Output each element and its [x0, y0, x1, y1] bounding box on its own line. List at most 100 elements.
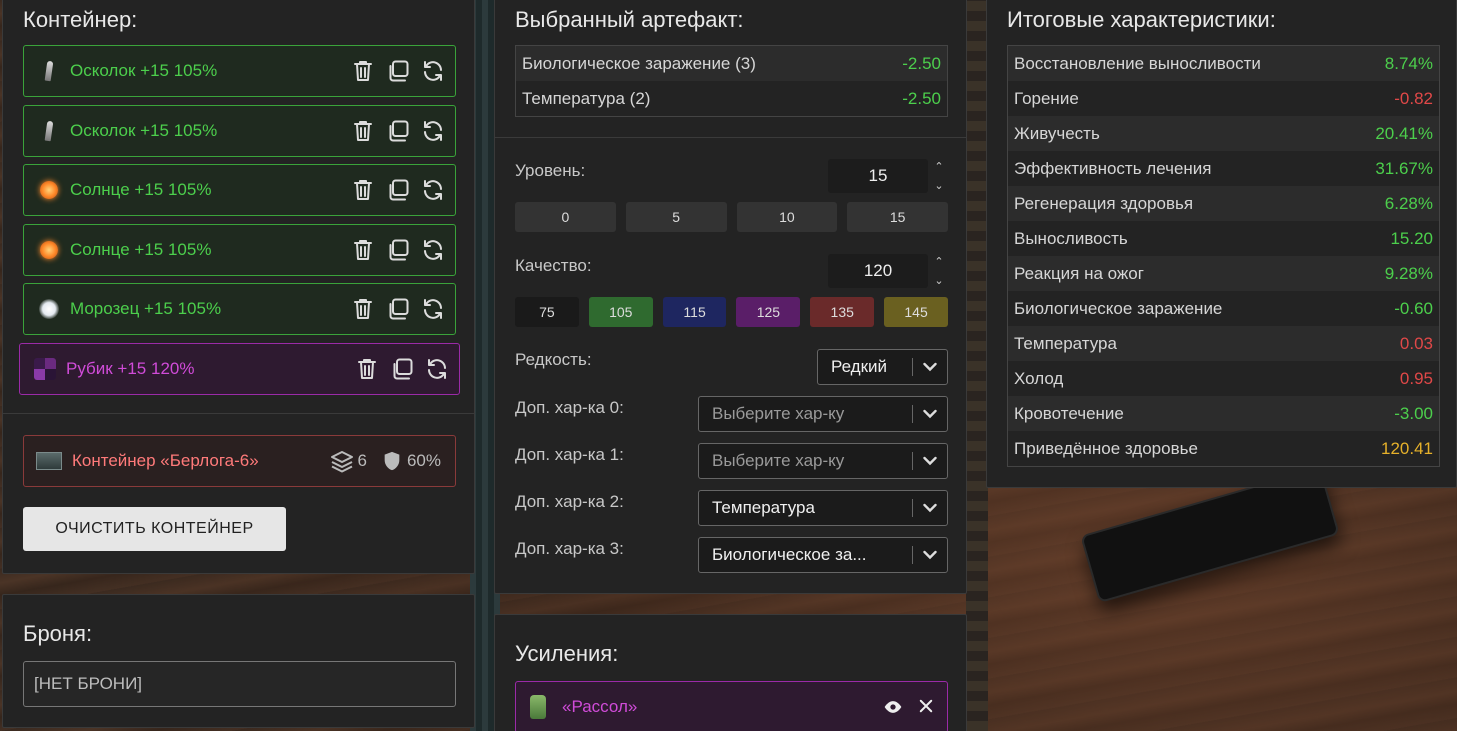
- artifact-item[interactable]: Осколок +15 105%: [23, 45, 456, 97]
- level-spinner[interactable]: ⌃ ⌄: [931, 160, 947, 192]
- quality-preset-button[interactable]: 135: [810, 297, 875, 327]
- quality-spinner[interactable]: ⌃ ⌄: [931, 255, 947, 287]
- trash-icon[interactable]: [355, 357, 379, 381]
- trash-icon[interactable]: [351, 59, 375, 83]
- boost-actions: [883, 697, 935, 717]
- table-row: Горение -0.82: [1008, 81, 1439, 116]
- background-scene-mid: [966, 0, 988, 731]
- eye-icon[interactable]: [883, 697, 903, 717]
- table-row: Биологическое заражение -0.60: [1008, 291, 1439, 326]
- trash-icon[interactable]: [351, 178, 375, 202]
- artifact-item[interactable]: Рубик +15 120%: [19, 342, 460, 395]
- quality-input[interactable]: 120: [828, 254, 928, 288]
- selected-divider: [495, 137, 966, 138]
- boosts-title: Усиления:: [515, 641, 619, 666]
- level-preset-button[interactable]: 5: [625, 202, 727, 232]
- level-preset-button[interactable]: 15: [847, 202, 948, 232]
- selected-stats-table: Биологическое заражение (3) -2.50 Темпер…: [515, 45, 948, 117]
- table-row: Биологическое заражение (3) -2.50: [516, 46, 947, 81]
- chevron-up-icon[interactable]: ⌃: [934, 160, 943, 173]
- extra-stat-value: Биологическое за...: [712, 545, 867, 564]
- trash-icon[interactable]: [351, 297, 375, 321]
- chevron-down-icon[interactable]: ⌄: [934, 179, 943, 192]
- table-row: Температура (2) -2.50: [516, 81, 947, 116]
- artifact-item[interactable]: Солнце +15 105%: [23, 223, 456, 276]
- refresh-icon[interactable]: [421, 119, 445, 143]
- chevron-down-icon[interactable]: ⌄: [934, 274, 943, 287]
- total-stat-name: Приведённое здоровье: [1014, 438, 1198, 458]
- table-row: Выносливость 15.20: [1008, 221, 1439, 256]
- container-protection: 60%: [381, 450, 441, 472]
- quality-preset-button[interactable]: 105: [588, 297, 653, 327]
- extra-stat-label: Доп. хар-ка 3:: [515, 539, 624, 558]
- copy-icon[interactable]: [386, 238, 410, 262]
- stat-name: Биологическое заражение (3): [522, 53, 756, 73]
- chevron-down-icon: [913, 503, 947, 513]
- artifact-item[interactable]: Осколок +15 105%: [23, 104, 456, 157]
- level-presets: 0 5 10 15: [515, 202, 948, 232]
- quality-presets: 75 105 115 125 135 145: [515, 297, 948, 327]
- extra-stat-select[interactable]: Температура: [698, 490, 948, 526]
- stat-name: Температура (2): [522, 88, 651, 108]
- container-card-name: Контейнер «Берлога-6»: [72, 451, 259, 470]
- container-divider: [3, 413, 474, 414]
- copy-icon[interactable]: [386, 119, 410, 143]
- refresh-icon[interactable]: [421, 59, 445, 83]
- artifact-item[interactable]: Солнце +15 105%: [23, 164, 456, 216]
- refresh-icon[interactable]: [421, 238, 445, 262]
- frost-icon: [38, 298, 60, 320]
- total-stat-value: 0.95: [1399, 368, 1433, 388]
- total-stat-value: 31.67%: [1375, 158, 1433, 178]
- quality-preset-button[interactable]: 115: [662, 297, 727, 327]
- artifact-actions: [351, 119, 445, 143]
- refresh-icon[interactable]: [421, 297, 445, 321]
- copy-icon[interactable]: [386, 59, 410, 83]
- extra-stat-select[interactable]: Выберите хар-ку: [698, 396, 948, 432]
- level-preset-button[interactable]: 10: [736, 202, 838, 232]
- refresh-icon[interactable]: [425, 357, 449, 381]
- copy-icon[interactable]: [390, 357, 414, 381]
- container-slots-value: 6: [357, 451, 367, 470]
- total-stat-name: Биологическое заражение: [1014, 298, 1223, 318]
- clear-container-button[interactable]: ОЧИСТИТЬ КОНТЕЙНЕР: [23, 507, 286, 551]
- container-card[interactable]: Контейнер «Берлога-6» 6 60%: [23, 435, 456, 487]
- trash-icon[interactable]: [351, 119, 375, 143]
- totals-title: Итоговые характеристики:: [1007, 7, 1276, 32]
- boost-item[interactable]: «Рассол»: [515, 681, 948, 731]
- artifact-name: Осколок +15 105%: [70, 120, 218, 140]
- totals-panel: Итоговые характеристики: Восстановление …: [986, 0, 1457, 488]
- quality-preset-button[interactable]: 125: [736, 297, 801, 327]
- sun-icon: [38, 239, 60, 261]
- level-label: Уровень:: [515, 161, 586, 180]
- artifact-actions: [355, 357, 449, 381]
- extra-stat-select[interactable]: Выберите хар-ку: [698, 443, 948, 479]
- stat-value: -2.50: [902, 53, 941, 73]
- armor-select[interactable]: [НЕТ БРОНИ]: [23, 661, 456, 707]
- artifact-item[interactable]: Морозец +15 105%: [23, 283, 456, 335]
- rarity-label: Редкость:: [515, 350, 592, 369]
- chevron-up-icon[interactable]: ⌃: [934, 255, 943, 268]
- close-icon[interactable]: [917, 697, 935, 715]
- total-stat-value: -0.82: [1394, 88, 1433, 108]
- quality-preset-button[interactable]: 145: [884, 297, 948, 327]
- sun-icon: [38, 179, 60, 201]
- level-input[interactable]: 15: [828, 159, 928, 193]
- artifact-name: Осколок +15 105%: [70, 61, 218, 80]
- table-row: Эффективность лечения 31.67%: [1008, 151, 1439, 186]
- artifact-actions: [351, 59, 445, 83]
- table-row: Приведённое здоровье 120.41: [1008, 431, 1439, 466]
- table-row: Кровотечение -3.00: [1008, 396, 1439, 431]
- artifact-actions: [351, 238, 445, 262]
- extra-stat-select[interactable]: Биологическое за...: [698, 537, 948, 573]
- artifact-name: Солнце +15 105%: [70, 239, 212, 259]
- refresh-icon[interactable]: [421, 178, 445, 202]
- total-stat-value: -0.60: [1394, 298, 1433, 318]
- copy-icon[interactable]: [386, 297, 410, 321]
- level-preset-button[interactable]: 0: [515, 202, 616, 232]
- artifact-name: Рубик +15 120%: [66, 358, 195, 378]
- trash-icon[interactable]: [351, 238, 375, 262]
- quality-preset-button[interactable]: 75: [515, 297, 579, 327]
- total-stat-name: Регенерация здоровья: [1014, 193, 1194, 213]
- copy-icon[interactable]: [386, 178, 410, 202]
- rarity-select[interactable]: Редкий: [817, 349, 948, 385]
